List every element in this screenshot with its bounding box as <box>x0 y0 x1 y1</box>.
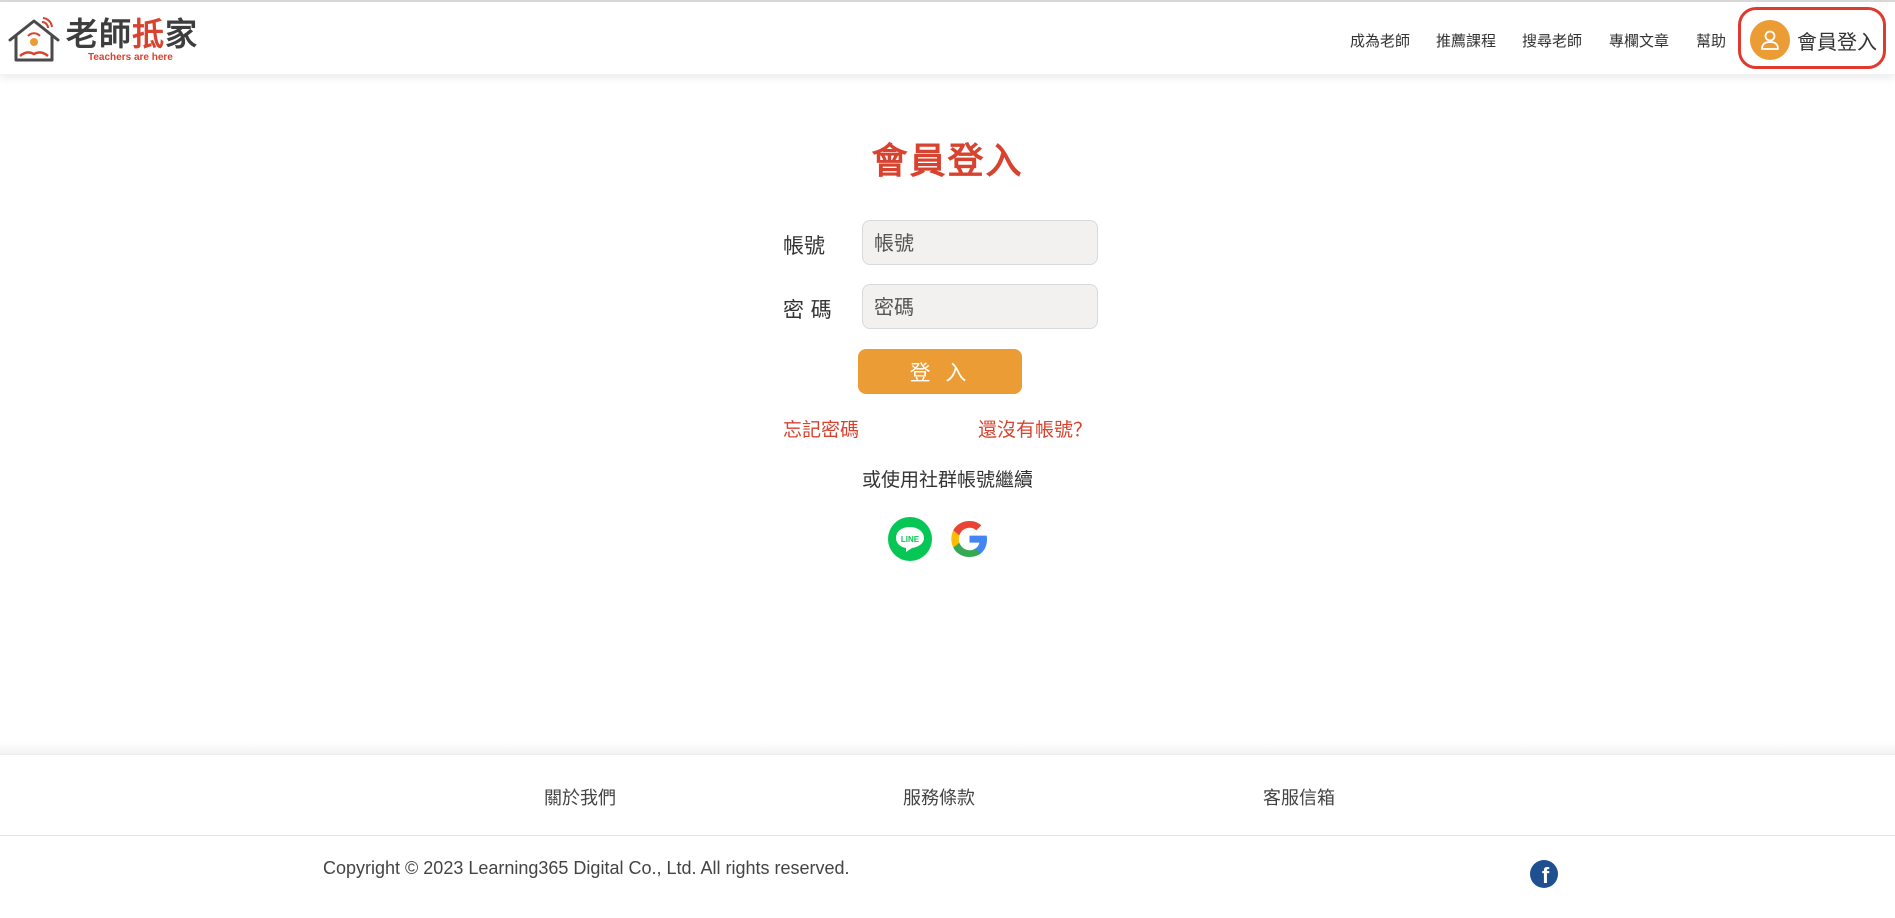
nav-help[interactable]: 幫助 <box>1696 30 1726 51</box>
house-book-icon <box>8 17 60 62</box>
footer-divider <box>0 835 1895 836</box>
account-input[interactable] <box>862 220 1098 265</box>
line-icon[interactable]: LINE <box>887 516 933 562</box>
user-icon <box>1750 20 1790 60</box>
logo-slogan: Teachers are here <box>88 52 173 63</box>
footer-about-us[interactable]: 關於我們 <box>544 784 616 810</box>
facebook-icon[interactable]: f <box>1530 860 1558 888</box>
line-icon-text: LINE <box>901 535 920 544</box>
page-title: 會員登入 <box>871 141 1024 182</box>
member-login-label: 會員登入 <box>1797 30 1877 54</box>
nav-search-teacher[interactable]: 搜尋老師 <box>1522 30 1582 51</box>
site-logo[interactable]: 老師抵家 Teachers are here <box>6 16 197 64</box>
nav-recommended-courses[interactable]: 推薦課程 <box>1436 30 1496 51</box>
member-login-button[interactable]: 會員登入 <box>1738 7 1886 69</box>
nav-become-teacher[interactable]: 成為老師 <box>1350 30 1410 51</box>
google-icon[interactable] <box>946 516 992 562</box>
logo-title-part1: 老師 <box>66 15 133 53</box>
footer-customer-service-email[interactable]: 客服信箱 <box>1263 784 1335 810</box>
social-login-prompt: 或使用社群帳號繼續 <box>861 469 1033 491</box>
register-link[interactable]: 還沒有帳號？ <box>978 415 1092 442</box>
logo-title-part3: 家 <box>165 15 199 53</box>
logo-title: 老師抵家 <box>66 16 198 52</box>
footer-terms-of-service[interactable]: 服務條款 <box>903 784 975 810</box>
nav-column-articles[interactable]: 專欄文章 <box>1609 30 1669 51</box>
logo-title-part2: 抵 <box>132 15 166 53</box>
footer-shadow <box>0 742 1895 754</box>
site-header: 老師抵家 Teachers are here 成為老師 推薦課程 搜尋老師 專欄… <box>0 2 1895 74</box>
password-label: 密 碼 <box>783 298 832 322</box>
login-submit-button[interactable]: 登 入 <box>858 349 1022 394</box>
forgot-password-link[interactable]: 忘記密碼 <box>783 415 859 442</box>
copyright-text: Copyright © 2023 Learning365 Digital Co.… <box>323 858 850 878</box>
account-label: 帳號 <box>783 234 825 258</box>
password-input[interactable] <box>862 284 1098 329</box>
